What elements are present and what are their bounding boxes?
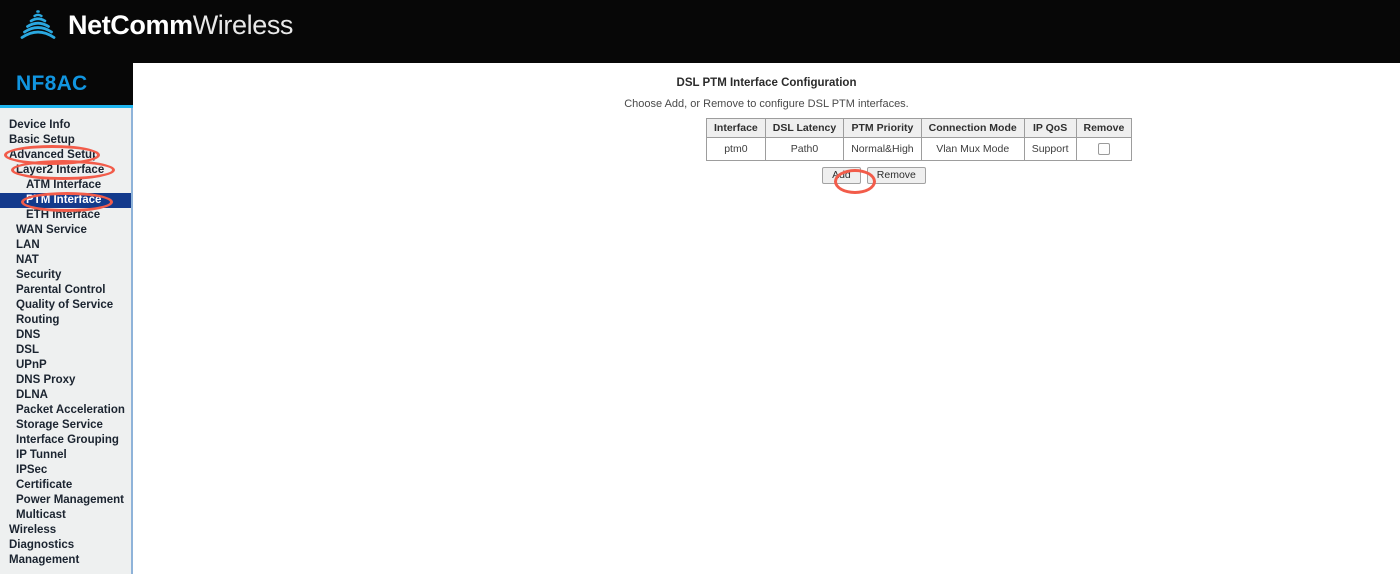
sidebar-item-layer2-interface[interactable]: Layer2 Interface <box>0 163 131 178</box>
table-header-row: Interface DSL Latency PTM Priority Conne… <box>706 118 1133 138</box>
sidebar-item-label: Wireless <box>9 524 57 536</box>
sidebar-item-ipsec[interactable]: IPSec <box>0 463 131 478</box>
sidebar-item-upnp[interactable]: UPnP <box>0 358 131 373</box>
sidebar-item-security[interactable]: Security <box>0 268 131 283</box>
column-header-interface: Interface <box>706 118 766 138</box>
sidebar-item-label: Quality of Service <box>16 299 114 311</box>
sidebar-item-label: Layer2 Interface <box>16 164 105 176</box>
cell-remove <box>1075 137 1133 161</box>
sidebar-item-ptm-interface[interactable]: PTM Interface <box>0 193 131 208</box>
sidebar-item-wireless[interactable]: Wireless <box>0 523 131 538</box>
brand-logo-group[interactable]: NetCommWireless <box>18 5 293 45</box>
sidebar-item-dlna[interactable]: DLNA <box>0 388 131 403</box>
cell-ip-qos: Support <box>1023 137 1077 161</box>
sidebar-item-nat[interactable]: NAT <box>0 253 131 268</box>
brand-name-light: Wireless <box>192 10 294 40</box>
sidebar-item-label: UPnP <box>16 359 47 371</box>
table-action-buttons: Add Remove <box>706 167 1042 185</box>
sidebar-item-storage-service[interactable]: Storage Service <box>0 418 131 433</box>
sidebar-item-label: NAT <box>16 254 39 266</box>
sidebar-nav-list: Device Info Basic Setup Advanced Setup Laye… <box>0 108 133 574</box>
remove-button[interactable]: Remove <box>866 167 926 185</box>
cell-interface: ptm0 <box>706 137 766 161</box>
sidebar-item-label: Power Management <box>16 494 124 506</box>
sidebar-item-label: Storage Service <box>16 419 103 431</box>
sidebar-item-advanced-setup[interactable]: Advanced Setup <box>0 148 131 163</box>
sidebar-item-label: WAN Service <box>16 224 87 236</box>
remove-checkbox[interactable] <box>1097 143 1110 156</box>
brand-name-bold: NetComm <box>68 10 193 40</box>
sidebar-item-label: ETH Interface <box>26 209 101 221</box>
page-subtitle: Choose Add, or Remove to configure DSL P… <box>624 98 909 110</box>
sidebar-item-certificate[interactable]: Certificate <box>0 478 131 493</box>
sidebar-item-atm-interface[interactable]: ATM Interface <box>0 178 131 193</box>
column-header-ptm-priority: PTM Priority <box>843 118 922 138</box>
sidebar-item-multicast[interactable]: Multicast <box>0 508 131 523</box>
sidebar-item-management[interactable]: Management <box>0 553 131 568</box>
sidebar-item-label: Device Info <box>9 119 71 131</box>
sidebar-item-label: Basic Setup <box>9 134 75 146</box>
sidebar-item-label: Certificate <box>16 479 73 491</box>
column-header-remove: Remove <box>1075 118 1133 138</box>
sidebar-item-interface-grouping[interactable]: Interface Grouping <box>0 433 131 448</box>
sidebar-model-header: NF8AC <box>0 63 133 105</box>
wifi-fan-logo-icon <box>18 5 58 45</box>
sidebar-item-device-info[interactable]: Device Info <box>0 118 131 133</box>
sidebar-item-dns[interactable]: DNS <box>0 328 131 343</box>
browser-page: NetCommWireless DSL PTM Interface Config… <box>0 0 1400 574</box>
device-model-label: NF8AC <box>16 72 88 95</box>
ptm-interface-table-wrapper: Interface DSL Latency PTM Priority Conne… <box>706 118 1133 161</box>
sidebar-item-basic-setup[interactable]: Basic Setup <box>0 133 131 148</box>
ptm-interface-table: Interface DSL Latency PTM Priority Conne… <box>706 118 1133 161</box>
sidebar-item-label: Parental Control <box>16 284 106 296</box>
sidebar-item-label: DNS <box>16 329 41 341</box>
sidebar-item-dns-proxy[interactable]: DNS Proxy <box>0 373 131 388</box>
column-header-dsl-latency: DSL Latency <box>764 118 845 138</box>
sidebar-item-label: LAN <box>16 239 40 251</box>
cell-ptm-priority: Normal&High <box>843 137 922 161</box>
add-button[interactable]: Add <box>822 167 861 185</box>
column-header-connection-mode: Connection Mode <box>920 118 1025 138</box>
sidebar-item-packet-acceleration[interactable]: Packet Acceleration <box>0 403 131 418</box>
sidebar-item-ip-tunnel[interactable]: IP Tunnel <box>0 448 131 463</box>
sidebar-item-diagnostics[interactable]: Diagnostics <box>0 538 131 553</box>
sidebar-item-power-management[interactable]: Power Management <box>0 493 131 508</box>
sidebar-item-label: Advanced Setup <box>9 149 100 161</box>
sidebar-item-label: PTM Interface <box>26 194 102 206</box>
brand-header-bar: NetCommWireless <box>0 0 1400 63</box>
sidebar-item-label: Security <box>16 269 62 281</box>
sidebar-item-dsl[interactable]: DSL <box>0 343 131 358</box>
sidebar-item-label: Packet Acceleration <box>16 404 125 416</box>
sidebar-item-label: Multicast <box>16 509 66 521</box>
sidebar-item-label: ATM Interface <box>26 179 102 191</box>
page-title: DSL PTM Interface Configuration <box>676 77 857 89</box>
sidebar-item-eth-interface[interactable]: ETH Interface <box>0 208 131 223</box>
sidebar-item-routing[interactable]: Routing <box>0 313 131 328</box>
brand-wordmark: NetCommWireless <box>68 10 293 40</box>
left-sidebar: NF8AC Device Info Basic Setup Advanced Set… <box>0 63 133 574</box>
table-row: ptm0 Path0 Normal&High Vlan Mux Mode Sup… <box>706 137 1133 161</box>
cell-dsl-latency: Path0 <box>764 137 845 161</box>
sidebar-item-wan-service[interactable]: WAN Service <box>0 223 131 238</box>
sidebar-item-label: Management <box>9 554 80 566</box>
column-header-ip-qos: IP QoS <box>1023 118 1077 138</box>
sidebar-item-label: DLNA <box>16 389 48 401</box>
sidebar-item-lan[interactable]: LAN <box>0 238 131 253</box>
main-content-panel: DSL PTM Interface Configuration Choose A… <box>133 63 1400 574</box>
sidebar-item-label: Diagnostics <box>9 539 75 551</box>
sidebar-item-label: Routing <box>16 314 60 326</box>
sidebar-item-label: IPSec <box>16 464 48 476</box>
sidebar-item-label: DSL <box>16 344 39 356</box>
sidebar-item-quality-of-service[interactable]: Quality of Service <box>0 298 131 313</box>
sidebar-item-label: Interface Grouping <box>16 434 119 446</box>
sidebar-item-parental-control[interactable]: Parental Control <box>0 283 131 298</box>
sidebar-item-label: DNS Proxy <box>16 374 76 386</box>
sidebar-item-label: IP Tunnel <box>16 449 67 461</box>
cell-connection-mode: Vlan Mux Mode <box>920 137 1025 161</box>
